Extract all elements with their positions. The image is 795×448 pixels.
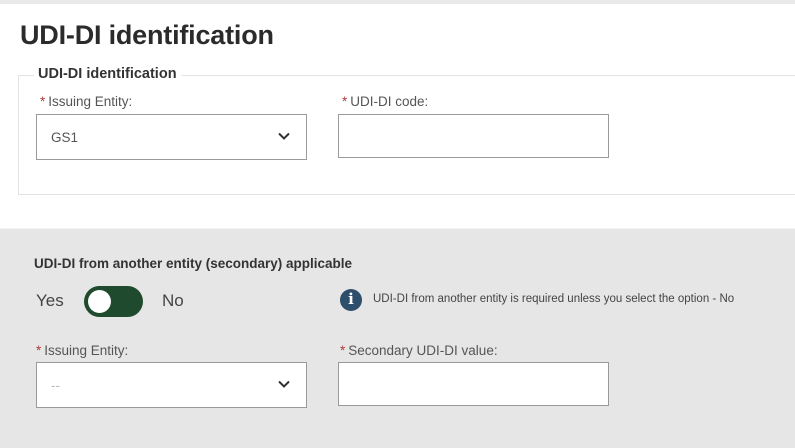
issuing-entity-select[interactable]: GS1 xyxy=(36,114,307,160)
chevron-down-icon xyxy=(278,132,290,140)
secondary-udi-di-value-input[interactable] xyxy=(338,362,609,406)
secondary-applicable-toggle[interactable] xyxy=(84,286,143,317)
secondary-heading: UDI-DI from another entity (secondary) a… xyxy=(34,256,353,271)
required-marker: * xyxy=(342,94,348,109)
issuing-entity-value: GS1 xyxy=(51,130,79,145)
required-marker: * xyxy=(340,343,346,358)
secondary-issuing-entity-select[interactable]: -- xyxy=(36,362,307,408)
info-icon: i xyxy=(340,289,362,311)
issuing-entity-label: * Issuing Entity: xyxy=(40,94,133,109)
secondary-udi-di-value-label: * Secondary UDI-DI value: xyxy=(340,343,498,358)
info-message: UDI-DI from another entity is required u… xyxy=(373,293,735,305)
toggle-yes-label: Yes xyxy=(36,291,64,310)
secondary-issuing-entity-value: -- xyxy=(51,378,60,393)
udi-di-code-label: * UDI-DI code: xyxy=(342,94,429,109)
page-title: UDI-DI identification xyxy=(20,20,274,50)
secondary-issuing-entity-label: * Issuing Entity: xyxy=(36,343,129,358)
toggle-knob xyxy=(88,290,111,313)
required-marker: * xyxy=(36,343,42,358)
top-divider xyxy=(0,0,795,4)
chevron-down-icon xyxy=(278,380,290,388)
required-marker: * xyxy=(40,94,46,109)
toggle-no-label: No xyxy=(162,291,184,310)
identification-legend: UDI-DI identification xyxy=(34,66,181,82)
udi-di-code-input[interactable] xyxy=(338,114,609,158)
